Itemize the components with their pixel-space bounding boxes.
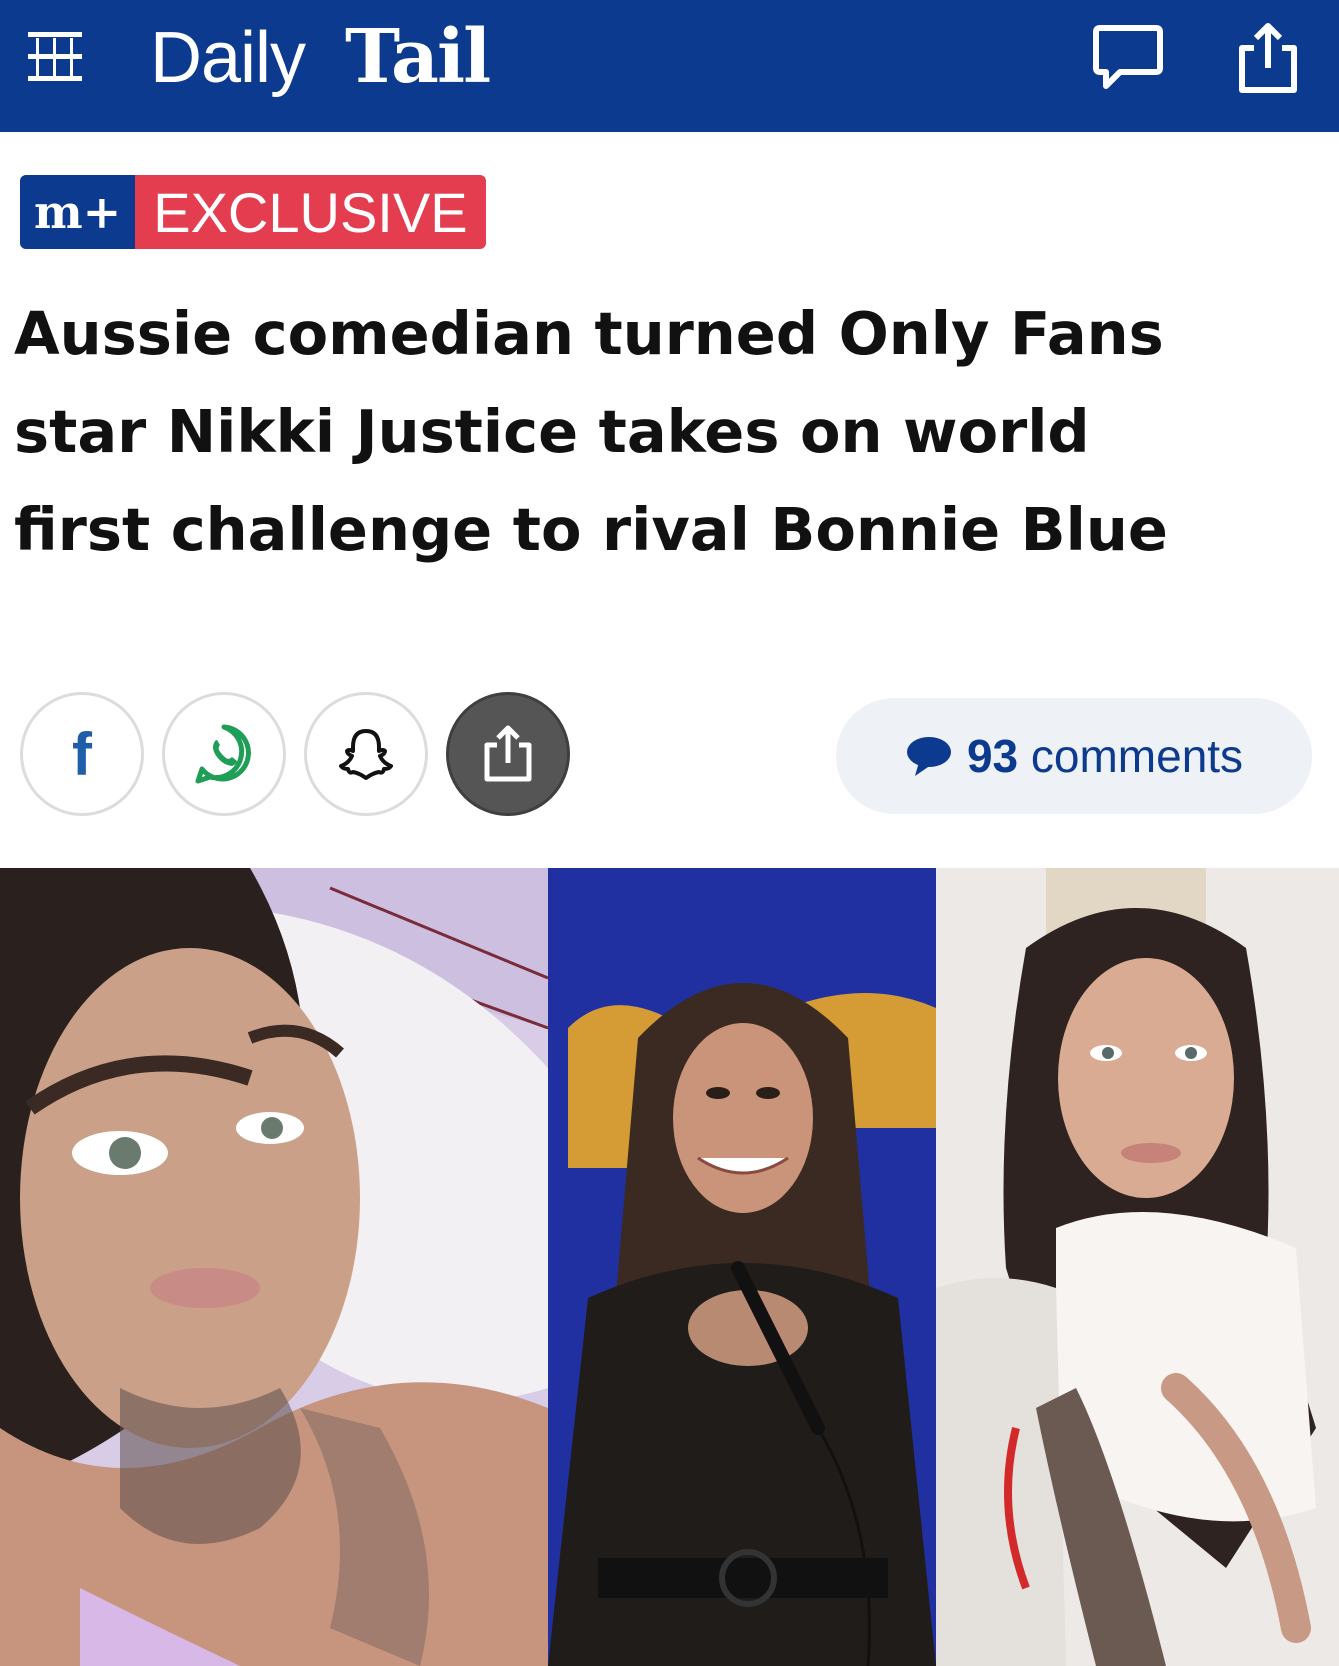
site-logo[interactable]: Daily Tail xyxy=(150,14,491,100)
header-comments-button[interactable] xyxy=(1090,20,1166,96)
hamburger-menu-icon xyxy=(28,32,82,81)
photo-selfie-bed[interactable] xyxy=(0,868,548,1666)
logo-daily-text: Daily xyxy=(150,18,306,98)
comments-count-text: 93 comments xyxy=(967,729,1243,783)
logo-tail-text: Tail xyxy=(345,14,491,100)
comments-label: comments xyxy=(1030,730,1244,782)
comments-button[interactable]: 93 comments xyxy=(836,698,1312,814)
snapchat-share-button[interactable] xyxy=(304,692,428,816)
share-icon xyxy=(484,725,532,782)
article-photo-strip xyxy=(0,868,1339,1666)
facebook-share-button[interactable]: f xyxy=(20,692,144,816)
share-bar: f xyxy=(20,692,570,816)
whatsapp-icon xyxy=(195,724,251,784)
article-page: Daily Tail m+ EXCLUSIVE Aussie comedian … xyxy=(0,0,1339,1666)
photo-selfie-white-top[interactable] xyxy=(936,868,1339,1666)
photo-comedy-stage[interactable] xyxy=(548,868,936,1666)
snapchat-icon xyxy=(339,729,393,780)
speech-bubble-icon xyxy=(1093,25,1163,89)
comment-bubble-icon xyxy=(906,737,951,776)
exclusive-label: EXCLUSIVE xyxy=(135,175,486,249)
menu-button[interactable] xyxy=(22,24,88,90)
exclusive-badge: m+ EXCLUSIVE xyxy=(20,175,486,249)
site-header: Daily Tail xyxy=(0,0,1339,132)
share-icon xyxy=(1239,23,1297,93)
mail-plus-badge: m+ xyxy=(20,175,136,249)
header-share-button[interactable] xyxy=(1230,20,1306,96)
article-headline: Aussie comedian turned Only Fans star Ni… xyxy=(14,299,1168,564)
facebook-icon: f xyxy=(72,720,92,788)
more-share-button[interactable] xyxy=(446,692,570,816)
whatsapp-share-button[interactable] xyxy=(162,692,286,816)
comments-count: 93 xyxy=(966,730,1019,782)
